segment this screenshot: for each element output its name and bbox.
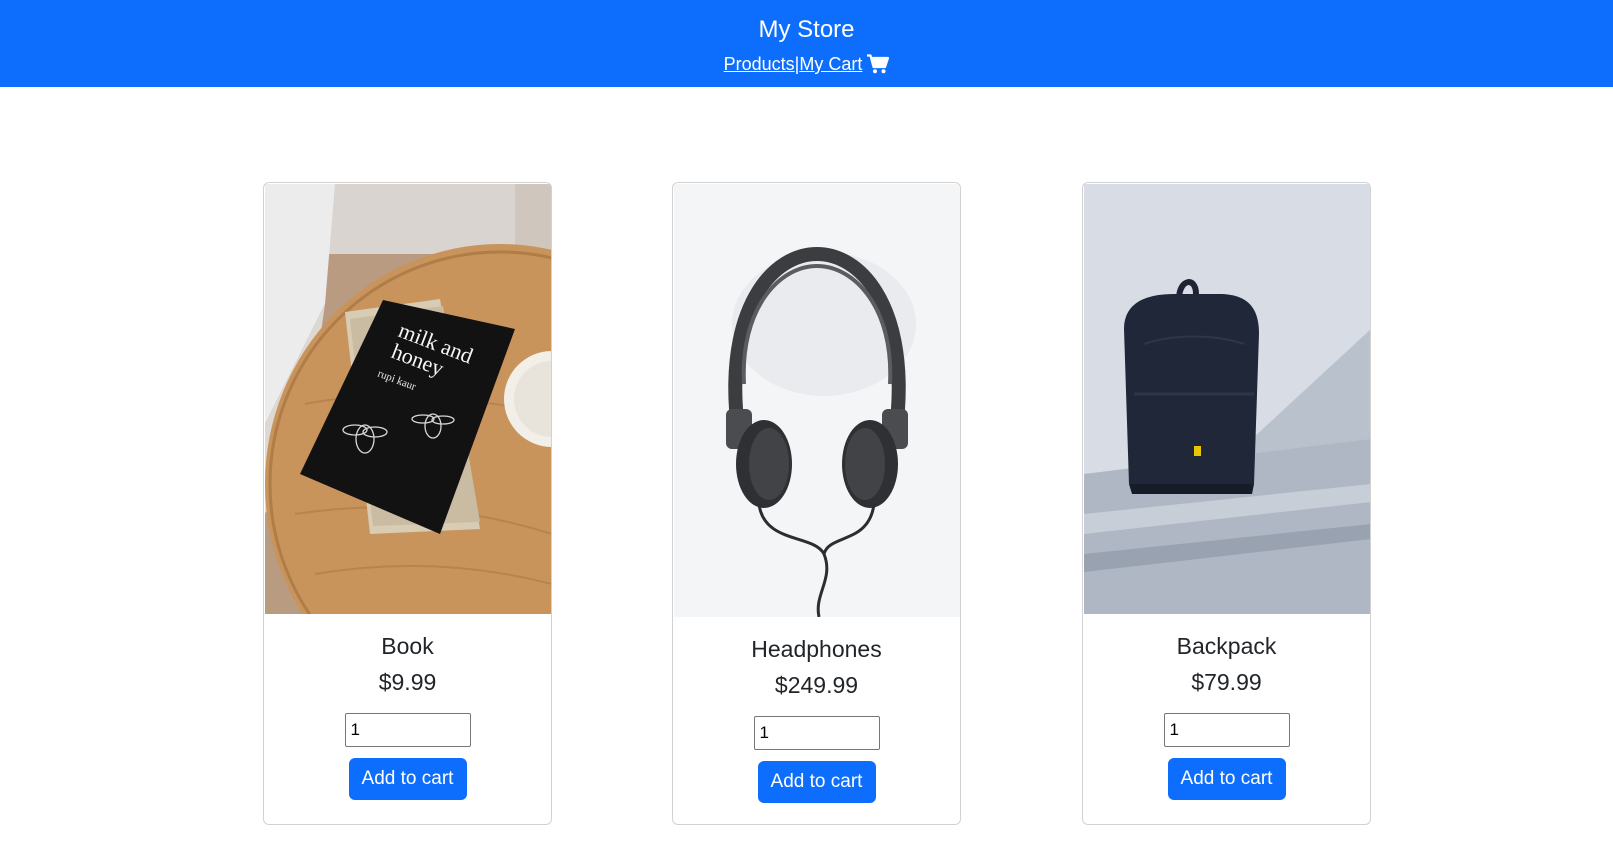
product-card: milk and honey rupi kaur Book $9.99 Add … [263,182,552,825]
products-link[interactable]: Products [724,52,795,76]
store-title: My Store [758,16,855,43]
product-card: Headphones $249.99 Add to cart [672,182,961,825]
my-cart-label: My Cart [799,54,863,74]
product-body: Book $9.99 Add to cart [264,631,551,800]
add-to-cart-button[interactable]: Add to cart [757,761,876,803]
quantity-input[interactable] [1163,713,1290,747]
product-name: Book [381,633,434,659]
book-image: milk and honey rupi kaur [265,184,551,614]
product-name: Backpack [1176,633,1277,659]
product-body: Backpack $79.99 Add to cart [1083,631,1370,800]
shopping-cart-icon [867,54,890,74]
product-price: $9.99 [378,669,437,695]
add-to-cart-button[interactable]: Add to cart [1167,758,1286,800]
product-price: $79.99 [1191,669,1262,695]
product-card: Backpack $79.99 Add to cart [1082,182,1371,825]
headphones-image [674,184,960,617]
product-name: Headphones [751,636,882,662]
backpack-image [1084,184,1370,614]
add-to-cart-button[interactable]: Add to cart [348,758,467,800]
my-cart-link[interactable]: My Cart [799,52,890,76]
main-nav: Products | My Cart [0,52,1613,76]
product-body: Headphones $249.99 Add to cart [673,634,960,803]
quantity-input[interactable] [753,716,880,750]
top-header: My Store Products | My Cart [0,0,1613,87]
quantity-input[interactable] [344,713,471,747]
product-price: $249.99 [774,672,859,698]
